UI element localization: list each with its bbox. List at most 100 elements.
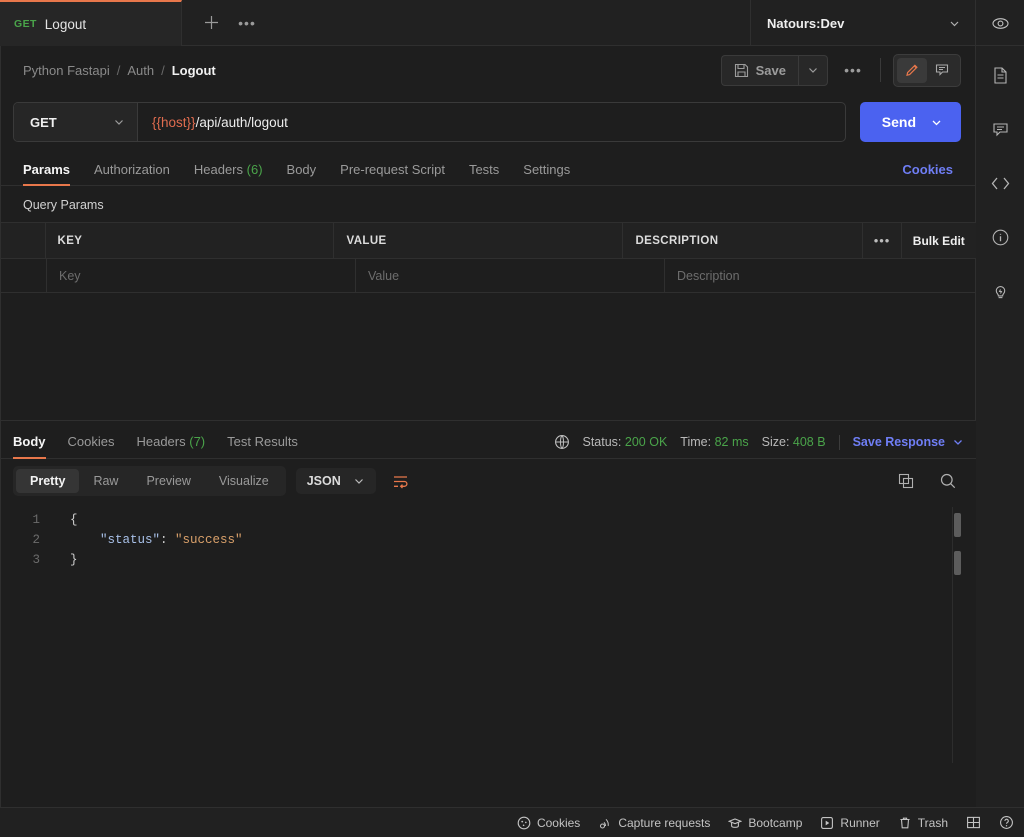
code-line: 2 "status": "success" xyxy=(1,530,976,550)
http-method-selector[interactable]: GET xyxy=(14,103,138,141)
json-key: "status" xyxy=(100,533,161,547)
size-value: 408 B xyxy=(792,435,826,449)
pill-preview[interactable]: Preview xyxy=(132,469,204,493)
lightbulb-icon[interactable] xyxy=(985,276,1015,306)
environment-quick-look-button[interactable] xyxy=(975,0,1024,46)
response-tab-test-results[interactable]: Test Results xyxy=(227,434,298,458)
tab-settings[interactable]: Settings xyxy=(523,162,570,185)
header-checkbox-cell xyxy=(1,223,46,258)
footer-capture-requests-label: Capture requests xyxy=(618,815,711,830)
tab-settings-label: Settings xyxy=(523,162,571,177)
key-input[interactable]: Key xyxy=(47,259,356,292)
save-options-button[interactable] xyxy=(798,54,828,86)
comment-icon[interactable] xyxy=(985,114,1015,144)
layout-icon[interactable] xyxy=(966,815,981,830)
status-value: 200 OK xyxy=(624,435,668,449)
footer-capture-requests-button[interactable]: Capture requests xyxy=(598,816,710,830)
edit-mode-button[interactable] xyxy=(897,57,927,83)
top-tab-bar: GET Logout ••• Natours:Dev xyxy=(0,0,1024,46)
size-text: Size: xyxy=(761,435,790,449)
globe-icon xyxy=(554,434,570,450)
new-tab-button[interactable] xyxy=(196,8,226,38)
request-more-button[interactable]: ••• xyxy=(838,55,868,86)
code-icon[interactable] xyxy=(985,168,1015,198)
response-tab-headers[interactable]: Headers (7) xyxy=(136,434,205,458)
url-input[interactable]: {{host}}/api/auth/logout xyxy=(138,103,845,141)
cookies-link[interactable]: Cookies xyxy=(902,162,953,185)
scrollbar-thumb-bottom[interactable] xyxy=(954,551,961,575)
tab-authorization-label: Authorization xyxy=(93,162,170,177)
url-variable: {{host}} xyxy=(152,114,196,130)
time-value: 82 ms xyxy=(714,435,749,449)
tab-headers[interactable]: Headers (6) xyxy=(194,162,263,185)
response-tab-test-results-label: Test Results xyxy=(227,434,298,449)
description-input[interactable]: Description xyxy=(665,259,976,292)
info-icon[interactable] xyxy=(985,222,1015,252)
breadcrumb-item-request: Logout xyxy=(171,62,216,78)
tab-authorization[interactable]: Authorization xyxy=(94,162,170,185)
bulk-edit-button[interactable]: Bulk Edit xyxy=(902,223,976,258)
footer-bootcamp-button[interactable]: Bootcamp xyxy=(728,816,802,830)
footer-trash-button[interactable]: Trash xyxy=(898,816,948,830)
chevron-down-icon xyxy=(952,436,964,448)
tab-params[interactable]: Params xyxy=(23,162,70,186)
request-tab-label: Logout xyxy=(44,16,87,32)
value-input[interactable]: Value xyxy=(356,259,665,292)
size-label: Size: 408 B xyxy=(762,435,826,449)
breadcrumb-item-folder[interactable]: Auth xyxy=(127,63,154,78)
documentation-icon[interactable] xyxy=(985,60,1015,90)
scrollbar-thumb-top[interactable] xyxy=(954,513,961,537)
table-row[interactable]: Key Value Description xyxy=(1,259,976,293)
send-button-label: Send xyxy=(881,114,916,130)
word-wrap-icon[interactable] xyxy=(386,467,416,495)
tab-body[interactable]: Body xyxy=(287,162,317,185)
tab-more-button[interactable]: ••• xyxy=(232,8,262,38)
chevron-down-icon xyxy=(113,116,125,128)
tab-tests[interactable]: Tests xyxy=(469,162,499,185)
response-view-pills: Pretty Raw Preview Visualize xyxy=(13,466,286,496)
environment-name: Natours:Dev xyxy=(767,15,845,31)
tab-pre-request-script[interactable]: Pre-request Script xyxy=(340,162,445,185)
url-bar: GET {{host}}/api/auth/logout xyxy=(13,102,846,142)
request-tab-method: GET xyxy=(14,18,37,30)
comment-mode-button[interactable] xyxy=(927,58,957,83)
environment-selector[interactable]: Natours:Dev xyxy=(750,0,975,46)
right-sidebar xyxy=(975,46,1024,807)
response-tab-body-label: Body xyxy=(13,434,46,449)
row-checkbox[interactable] xyxy=(1,259,47,292)
footer-runner-button[interactable]: Runner xyxy=(820,816,880,830)
table-options-button[interactable]: ••• xyxy=(863,223,902,258)
footer-cookies-button[interactable]: Cookies xyxy=(517,816,580,830)
toolbar-divider xyxy=(880,58,881,82)
save-response-button[interactable]: Save Response xyxy=(853,435,964,449)
search-icon[interactable] xyxy=(932,466,964,496)
breadcrumb-item-collection[interactable]: Python Fastapi xyxy=(23,63,110,78)
tab-tests-label: Tests xyxy=(468,162,500,177)
save-button[interactable]: Save xyxy=(720,54,798,86)
response-language-label: JSON xyxy=(306,474,341,488)
line-number: 2 xyxy=(32,533,40,547)
tab-headers-label: Headers xyxy=(193,162,244,177)
pill-raw[interactable]: Raw xyxy=(79,469,132,493)
code-text: { xyxy=(70,513,78,527)
send-options-icon[interactable] xyxy=(930,116,961,129)
request-tab-logout[interactable]: GET Logout xyxy=(0,0,182,46)
response-body-code[interactable]: 1 { 2 "status": "success" 3 } xyxy=(1,503,976,771)
chevron-down-icon xyxy=(353,475,365,487)
response-language-selector[interactable]: JSON xyxy=(295,468,376,494)
breadcrumb: Python Fastapi / Auth / Logout xyxy=(23,63,216,78)
copy-icon[interactable] xyxy=(890,466,922,496)
help-icon[interactable] xyxy=(999,815,1014,830)
table-header-row: KEY VALUE DESCRIPTION ••• Bulk Edit xyxy=(1,223,976,259)
send-button[interactable]: Send xyxy=(859,102,961,142)
response-tab-body[interactable]: Body xyxy=(13,434,46,459)
pill-pretty[interactable]: Pretty xyxy=(16,469,80,493)
response-scrollbar[interactable] xyxy=(952,507,961,763)
response-tab-cookies-label: Cookies xyxy=(67,434,115,449)
column-header-value: VALUE xyxy=(334,223,624,258)
status-divider xyxy=(838,434,840,450)
pill-visualize[interactable]: Visualize xyxy=(205,469,283,493)
code-text: "status": "success" xyxy=(70,533,243,547)
breadcrumb-row: Python Fastapi / Auth / Logout Save ••• xyxy=(1,46,975,94)
response-tab-cookies[interactable]: Cookies xyxy=(68,434,115,458)
